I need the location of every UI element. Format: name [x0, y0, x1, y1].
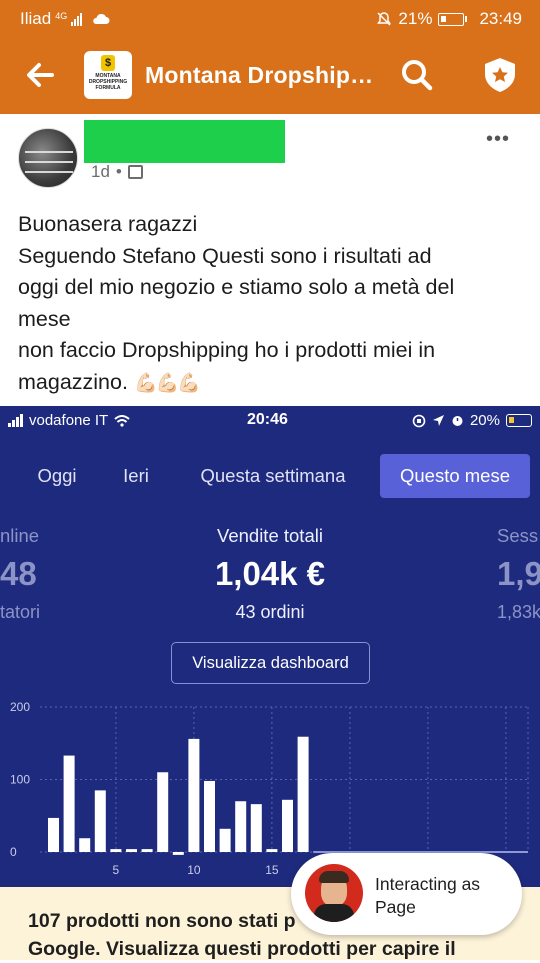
tab-this-week[interactable]: Questa settimana	[186, 454, 360, 498]
chart-bar	[48, 817, 59, 852]
group-logo[interactable]: $ MONTANA DROPSHIPPING FORMULA	[84, 51, 132, 99]
chart-bar	[282, 799, 293, 852]
alarm-icon	[452, 416, 463, 426]
total-sales-value: 1,04k €	[214, 555, 326, 592]
chart-bar	[79, 838, 91, 852]
back-arrow-icon[interactable]	[24, 60, 56, 90]
page-avatar[interactable]	[305, 864, 363, 922]
image-carrier: vodafone IT	[29, 412, 109, 429]
carrier-label: Iliad	[20, 9, 52, 28]
chart-bar	[297, 736, 309, 852]
page-title[interactable]: Montana Dropship…	[145, 62, 373, 89]
search-icon[interactable]	[400, 58, 434, 92]
chart-bar	[250, 804, 262, 852]
image-battery-percent: 20%	[469, 412, 500, 429]
post-body: Buonasera ragazzi Seguendo Stefano Quest…	[18, 209, 528, 399]
post-line: magazzino.	[18, 369, 128, 394]
more-options-icon[interactable]: •••	[486, 129, 510, 149]
x-tick-label: 10	[187, 863, 201, 877]
chart-bar	[141, 849, 153, 852]
post-line: Buonasera ragazzi	[18, 212, 198, 236]
chart-bar	[204, 780, 215, 852]
battery-percent: 21%	[398, 9, 433, 28]
chart-bar	[94, 790, 106, 852]
chart-bar	[126, 849, 137, 852]
image-battery-icon	[506, 414, 532, 427]
tab-yesterday[interactable]: Ieri	[112, 454, 160, 498]
battery-icon	[438, 12, 465, 26]
banner-line: Google. Visualizza questi prodotti per c…	[28, 938, 456, 960]
tab-this-month[interactable]: Questo mese	[380, 454, 530, 498]
meta-separator: •	[115, 162, 122, 181]
y-tick-label: 0	[10, 845, 17, 859]
shield-star-icon[interactable]	[482, 56, 518, 94]
logo-mark: $	[101, 55, 115, 71]
location-arrow-icon	[432, 415, 444, 426]
chart-bar	[235, 801, 247, 852]
chart-bar	[266, 849, 278, 852]
author-avatar[interactable]	[18, 128, 78, 188]
flexed-biceps-emoji: 💪🏻💪🏻💪🏻	[133, 372, 201, 394]
image-clock: 20:46	[247, 411, 288, 428]
app-bar: $ MONTANA DROPSHIPPING FORMULA Montana D…	[0, 36, 540, 114]
tab-today[interactable]: Oggi	[22, 454, 92, 498]
network-type: 4G	[55, 11, 68, 21]
mute-bell-icon	[377, 12, 392, 26]
group-privacy-icon	[127, 165, 143, 179]
kpi-right-sub: 1,83k	[497, 602, 540, 622]
post-time[interactable]: 1d	[91, 162, 110, 182]
x-tick-label: 15	[265, 863, 279, 877]
chart-bar	[219, 828, 231, 852]
post-line: Seguendo Stefano Questi sono i risultati…	[18, 243, 432, 268]
y-tick-label: 100	[10, 773, 30, 787]
kpi-right-value: 1,9	[497, 555, 540, 592]
total-sales-label: Vendite totali	[217, 525, 323, 546]
orientation-lock-icon	[412, 414, 426, 427]
view-dashboard-button[interactable]: Visualizza dashboard	[171, 642, 370, 684]
chart-bar	[157, 772, 169, 852]
orders-count: 43 ordini	[235, 602, 305, 622]
image-status-bar: vodafone IT 20:46 20%	[0, 406, 540, 434]
chart-bar	[63, 755, 75, 852]
post-line: mese	[18, 306, 71, 331]
clock: 23:49	[479, 9, 522, 28]
image-signal-icon	[8, 414, 23, 427]
post-line: oggi del mio negozio e stiamo solo a met…	[18, 275, 455, 299]
author-name-redacted[interactable]	[84, 120, 285, 163]
post-meta: 1d •	[91, 162, 143, 182]
chart-bar	[110, 849, 122, 852]
signal-icon	[71, 12, 83, 26]
post-line: non faccio Dropshipping ho i prodotti mi…	[18, 338, 436, 362]
chart-bar	[188, 738, 200, 852]
interacting-as-label: Interacting as Page	[375, 874, 481, 917]
y-tick-label: 200	[10, 700, 30, 714]
logo-text: MONTANA DROPSHIPPING FORMULA	[88, 73, 128, 91]
x-tick-label: 5	[113, 863, 120, 877]
cloud-icon	[93, 13, 110, 24]
status-bar: Iliad 4G 21% 23:49	[0, 0, 540, 36]
wifi-icon	[114, 414, 130, 427]
chart-bar	[172, 852, 184, 855]
kpi-right-label: Sess	[497, 525, 539, 546]
